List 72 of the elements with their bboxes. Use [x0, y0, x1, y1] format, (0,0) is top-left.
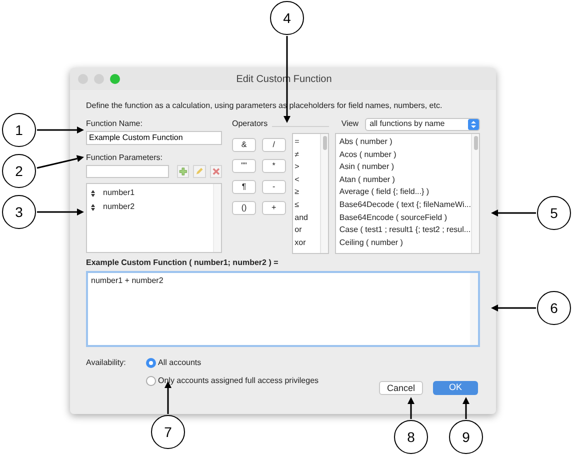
operator-item[interactable]: = — [294, 136, 320, 149]
operator-button[interactable]: - — [262, 180, 286, 194]
function-item[interactable]: Acos ( number ) — [339, 148, 471, 162]
function-item[interactable]: Ceiling ( number ) — [339, 236, 471, 250]
operators-label: Operators — [232, 118, 268, 130]
scrollbar[interactable] — [213, 184, 221, 252]
callout-arrow — [36, 155, 84, 169]
function-item[interactable]: Case ( test1 ; result1 {; test2 ; resul... — [339, 224, 471, 237]
callout-arrow — [491, 210, 536, 216]
function-item[interactable]: Base64Decode ( text {; fileNameWi... — [339, 198, 471, 212]
view-label: View — [341, 118, 359, 130]
operator-item[interactable]: ≥ — [294, 186, 320, 199]
callout-arrow — [37, 208, 84, 216]
add-icon[interactable] — [176, 165, 190, 178]
operator-button[interactable]: / — [262, 138, 286, 152]
callout-arrow — [462, 397, 470, 419]
operator-item[interactable]: xor — [294, 236, 320, 250]
function-name-field[interactable]: Example Custom Function — [86, 131, 222, 145]
formula-label: Example Custom Function ( number1; number2 ) = — [86, 257, 280, 269]
callout-number: 6 — [537, 291, 571, 325]
callout-arrow — [491, 304, 536, 312]
availability-label: Availability: — [86, 357, 127, 369]
scrollbar[interactable] — [471, 134, 479, 253]
function-item[interactable]: Atan ( number ) — [339, 174, 471, 186]
radio-button[interactable] — [146, 358, 156, 368]
callout-number: 1 — [2, 113, 36, 147]
callout-number: 9 — [449, 420, 483, 454]
callout-number: 7 — [151, 415, 185, 449]
parameter-item[interactable]: number1 — [103, 187, 135, 199]
scrollbar[interactable] — [470, 273, 478, 345]
operator-button[interactable]: () — [232, 201, 256, 215]
operator-button[interactable]: "" — [232, 159, 256, 173]
scrollbar-thumb[interactable] — [322, 136, 327, 150]
delete-icon[interactable] — [210, 165, 222, 178]
formula-text-area[interactable]: number1 + number2 — [86, 271, 480, 347]
operator-button[interactable]: + — [262, 201, 286, 215]
function-item[interactable]: Abs ( number ) — [339, 136, 471, 149]
callout-number: 2 — [2, 154, 36, 188]
callout-number: 4 — [270, 1, 304, 35]
radio-label[interactable]: Only accounts assigned full access privileges — [158, 375, 319, 387]
view-dropdown[interactable]: all functions by name — [364, 118, 480, 130]
parameter-item[interactable]: number2 — [103, 201, 135, 213]
parameter-input-field[interactable] — [86, 165, 169, 178]
callout-arrow — [408, 397, 414, 419]
callout-number: 5 — [537, 196, 571, 230]
dropdown-arrows-icon — [468, 118, 479, 130]
callout-arrow — [37, 126, 84, 134]
radio-button[interactable] — [146, 376, 156, 386]
callout-number: 8 — [394, 420, 428, 454]
operator-item[interactable]: < — [294, 174, 320, 186]
operator-button[interactable]: ¶ — [232, 180, 256, 194]
operator-item[interactable]: or — [294, 224, 320, 237]
drag-handle-icon[interactable] — [91, 190, 95, 196]
pencil-icon[interactable] — [193, 165, 206, 178]
function-item[interactable]: Average ( field {; field...} ) — [339, 186, 471, 199]
operator-button[interactable]: * — [262, 159, 286, 173]
cancel-button[interactable]: Cancel — [379, 381, 423, 395]
scrollbar-thumb[interactable] — [474, 136, 478, 150]
operator-button[interactable]: & — [232, 138, 256, 152]
drag-handle-icon[interactable] — [91, 204, 95, 210]
function-item[interactable]: Asin ( number ) — [339, 161, 471, 174]
scrollbar[interactable] — [320, 134, 328, 253]
operator-item[interactable]: ≠ — [294, 148, 320, 162]
operator-item[interactable]: and — [294, 212, 320, 224]
field-label: Function Name: — [86, 118, 144, 130]
zoom-window-icon[interactable] — [110, 74, 120, 84]
callout-number: 3 — [2, 195, 36, 229]
function-item[interactable]: Base64Encode ( sourceField ) — [339, 212, 471, 224]
radio-label[interactable]: All accounts — [158, 357, 202, 369]
operator-item[interactable]: > — [294, 161, 320, 174]
operator-item[interactable]: ≤ — [294, 198, 320, 212]
field-label: Function Parameters: — [86, 152, 164, 164]
